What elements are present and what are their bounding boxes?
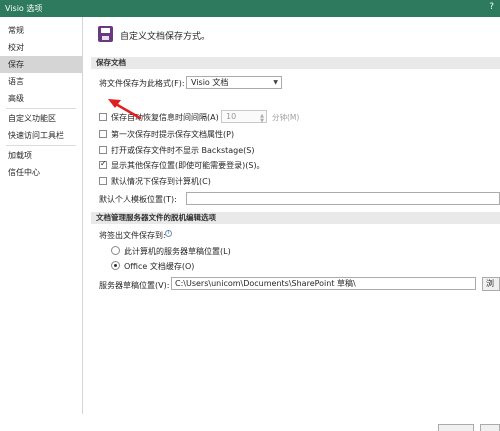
- server-drafts-label: 此计算机的服务器草稿位置(L): [124, 247, 231, 256]
- default-save-local-label: 默认情况下保存到计算机(C): [111, 177, 211, 186]
- options-sidebar: 常规 校对 保存 语言 高级 自定义功能区 快速访问工具栏 加载项 信任中心: [0, 17, 83, 414]
- save-options-panel: 自定义文档保存方式。 保存文档 将文件保存为此格式(F): Visio 文档 ▼…: [83, 17, 500, 431]
- cancel-button[interactable]: [480, 424, 500, 431]
- sidebar-item-save[interactable]: 保存: [0, 56, 82, 73]
- save-icon: [98, 26, 113, 42]
- sidebar-item-add-ins[interactable]: 加载项: [0, 147, 82, 164]
- template-location-label: 默认个人模板位置(T):: [99, 195, 177, 204]
- autorecover-label: 保存自动恢复信息时间间隔(A): [111, 113, 219, 122]
- sidebar-divider: [6, 145, 76, 146]
- office-cache-label: Office 文档缓存(O): [124, 262, 195, 271]
- info-icon: i: [165, 230, 172, 237]
- sidebar-item-proofing[interactable]: 校对: [0, 39, 82, 56]
- show-other-locations-checkbox[interactable]: [99, 159, 107, 169]
- autorecover-checkbox[interactable]: [99, 113, 107, 121]
- server-drafts-radio[interactable]: [111, 246, 120, 255]
- sidebar-item-language[interactable]: 语言: [0, 73, 82, 90]
- sidebar-item-advanced[interactable]: 高级: [0, 90, 82, 107]
- minutes-unit-label: 分钟(M): [272, 113, 300, 122]
- sidebar-item-general[interactable]: 常规: [0, 22, 82, 39]
- sidebar-divider: [6, 108, 76, 109]
- default-save-local-checkbox[interactable]: [99, 177, 107, 185]
- autorecover-minutes-spinner[interactable]: 10 ▲ ▼: [221, 110, 267, 124]
- office-cache-radio[interactable]: [111, 261, 120, 270]
- spin-down-icon[interactable]: ▼: [260, 116, 264, 127]
- sidebar-item-trust-center[interactable]: 信任中心: [0, 164, 82, 181]
- section-header-save-documents: 保存文档: [91, 57, 500, 69]
- chevron-down-icon: ▼: [273, 79, 278, 86]
- help-button[interactable]: ?: [489, 2, 494, 12]
- browse-button[interactable]: 浏览: [482, 277, 500, 291]
- prompt-properties-label: 第一次保存时提示保存文档属性(P): [111, 130, 235, 139]
- template-location-input[interactable]: [186, 192, 500, 205]
- drafts-location-input[interactable]: C:\Users\unicom\Documents\SharePoint 草稿\: [171, 277, 476, 290]
- sidebar-item-customize-ribbon[interactable]: 自定义功能区: [0, 110, 82, 127]
- no-backstage-checkbox[interactable]: [99, 146, 107, 154]
- sidebar-item-quick-access-toolbar[interactable]: 快速访问工具栏: [0, 127, 82, 144]
- save-format-dropdown[interactable]: Visio 文档 ▼: [186, 76, 282, 89]
- show-other-locations-label: 显示其他保存位置(即使可能需要登录)(S)。: [111, 161, 265, 170]
- no-backstage-label: 打开或保存文件时不显示 Backstage(S): [111, 146, 255, 155]
- save-format-label: 将文件保存为此格式(F):: [99, 79, 185, 88]
- title-bar: Visio 选项 ?: [0, 0, 500, 17]
- window-title: Visio 选项: [5, 4, 43, 13]
- page-title: 自定义文档保存方式。: [120, 32, 211, 42]
- autorecover-minutes-value: 10: [226, 112, 237, 121]
- save-checkout-label: 将签出文件保存到:: [99, 231, 166, 240]
- save-format-value: Visio 文档: [191, 78, 229, 87]
- section-header-offline-editing: 文档管理服务器文件的脱机编辑选项: [91, 212, 500, 224]
- ok-button[interactable]: [438, 424, 474, 431]
- drafts-location-label: 服务器草稿位置(V):: [99, 281, 170, 290]
- prompt-properties-checkbox[interactable]: [99, 130, 107, 138]
